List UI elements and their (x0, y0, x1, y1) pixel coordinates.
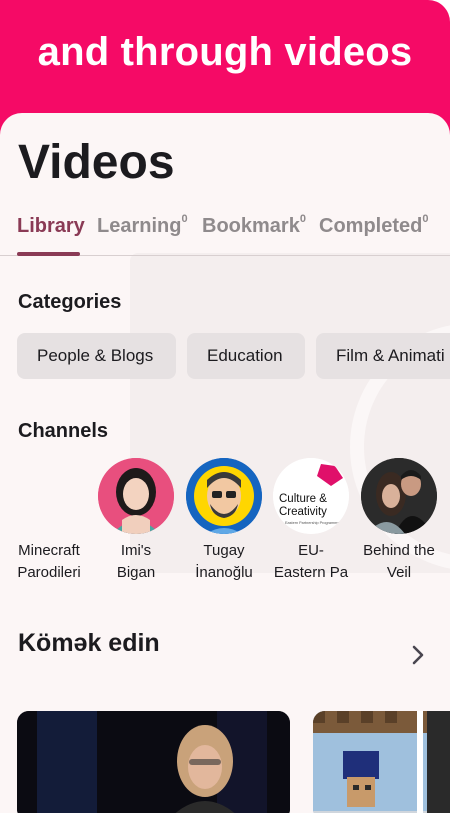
help-section-title: Kömək edin (18, 629, 160, 657)
avatar (361, 458, 437, 534)
logo-text-line3: Eastern Partnership Programme (285, 521, 339, 525)
person-avatar-icon (98, 458, 174, 534)
tab-label: Completed (319, 215, 423, 237)
tab-label: Library (17, 215, 85, 237)
category-chip-education[interactable]: Education (187, 333, 305, 379)
channels-heading: Channels (18, 420, 109, 442)
channel-name-line2: Bigan (116, 564, 156, 581)
tab-library[interactable]: Library (17, 215, 85, 238)
channel-name-line2: Eastern Pa (273, 564, 349, 581)
couple-avatar-icon (361, 458, 437, 534)
avatar (98, 458, 174, 534)
logo-text-line1: Culture & (279, 493, 327, 505)
tab-label: Learning (97, 215, 182, 237)
culture-creativity-logo-icon: Culture & Creativity Eastern Partnership… (273, 458, 349, 534)
video-card[interactable] (17, 711, 290, 813)
avatar (11, 458, 87, 534)
categories-heading: Categories (18, 291, 122, 313)
video-thumbnail (17, 711, 290, 813)
channel-name-line2: Parodileri (17, 564, 81, 581)
tab-count: 0 (299, 213, 306, 226)
banner-text: and through videos (37, 30, 413, 74)
channel-name-line1: Behind the (363, 542, 435, 559)
channel-name: Minecraft Parodileri (9, 540, 89, 584)
channel-name-line1: EU- (298, 542, 324, 559)
video-thumbnail (313, 711, 450, 813)
channel-name-line2: Veil (386, 564, 412, 581)
channel-name: Imi's Bigan (96, 540, 176, 584)
channel-name-line1: Imi's (120, 542, 152, 559)
channel-name: Tugay İnanoğlu (184, 540, 264, 584)
tab-completed[interactable]: Completed0 (319, 213, 429, 238)
channel-eu-eastern-partnership[interactable]: Culture & Creativity Eastern Partnership… (271, 458, 351, 584)
channel-name-line2: İnanoğlu (195, 564, 253, 581)
tab-count: 0 (181, 213, 188, 226)
tab-count: 0 (422, 213, 429, 226)
channel-tugay-inanoglu[interactable]: Tugay İnanoğlu (184, 458, 264, 584)
tab-active-indicator (17, 252, 80, 256)
category-chip-film-animation[interactable]: Film & Animati (316, 333, 450, 379)
cartoon-avatar-icon (186, 458, 262, 534)
channel-name-line1: Minecraft (18, 542, 80, 559)
channel-name: Behind the Veil (359, 540, 439, 584)
channel-behind-the-veil[interactable]: Behind the Veil (359, 458, 439, 584)
category-chip-people-blogs[interactable]: People & Blogs (17, 333, 176, 379)
chevron-right-icon[interactable] (406, 643, 430, 667)
avatar: Culture & Creativity Eastern Partnership… (273, 458, 349, 534)
channel-name: EU- Eastern Pa (271, 540, 351, 584)
channel-minecraft-parodileri[interactable]: Minecraft Parodileri (9, 458, 89, 584)
avatar (186, 458, 262, 534)
page-title: Videos (18, 136, 175, 189)
channel-imis-bigan[interactable]: Imi's Bigan (96, 458, 176, 584)
tab-bookmark[interactable]: Bookmark0 (202, 213, 306, 238)
tab-bar: Library Learning0 Bookmark0 Completed0 (0, 205, 450, 256)
tab-label: Bookmark (202, 215, 300, 237)
content-sheet: Videos Library Learning0 Bookmark0 Compl… (0, 113, 450, 813)
logo-text-line2: Creativity (279, 506, 327, 518)
tab-learning[interactable]: Learning0 (97, 213, 188, 238)
channel-name-line1: Tugay (203, 542, 245, 559)
video-card[interactable] (313, 711, 450, 813)
